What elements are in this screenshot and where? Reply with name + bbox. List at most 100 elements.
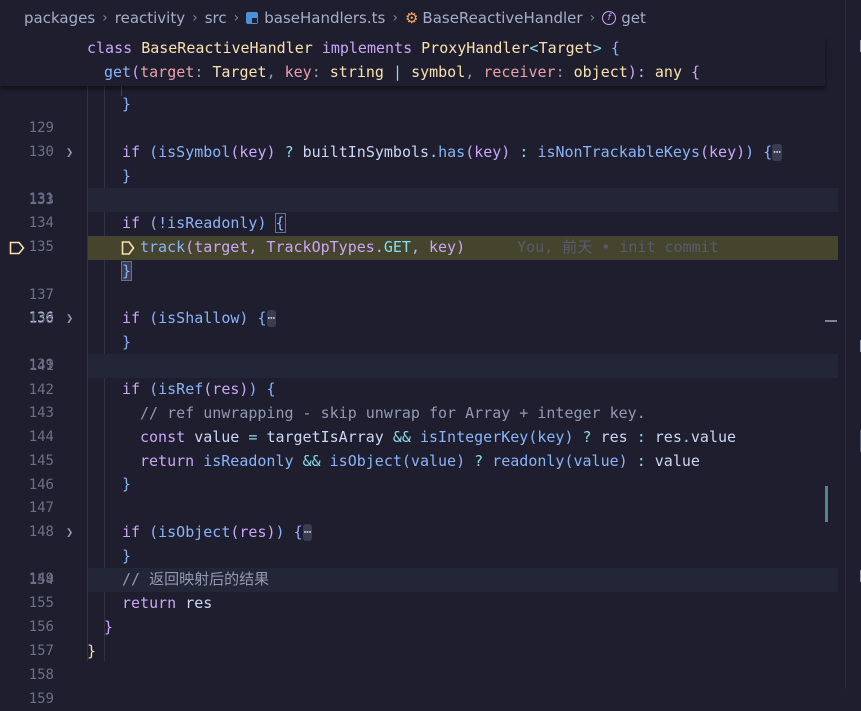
comment: // 返回映射后的结果 [122,570,270,588]
identifier: builtInSymbols [302,143,430,161]
breakpoint-icon[interactable] [9,241,25,255]
minimap[interactable] [825,36,839,689]
code-line[interactable]: 142 [0,355,825,398]
operator: : [519,143,529,161]
brace: { [763,143,773,161]
property: GET [383,238,411,256]
keyword: return [140,452,195,470]
operator: ? [582,428,592,446]
keyword: if [122,214,141,232]
brace: } [122,475,132,493]
code-line[interactable]: 133 } [0,165,825,208]
typescript-file-icon [246,12,259,24]
args: (key) [465,143,511,161]
breadcrumb-reactivity[interactable]: reactivity [115,9,185,27]
type: Target [212,63,267,81]
brace: { [610,39,620,57]
code-line[interactable]: 137 } [0,260,825,303]
code-line[interactable]: 134 [0,188,825,231]
breadcrumb-class[interactable]: BaseReactiveHandler [422,9,582,27]
code-line[interactable]: 156 return res [0,592,825,635]
args: (target, TrackOpTypes. [185,238,384,256]
punct: ): [627,63,646,81]
breadcrumb-packages[interactable]: packages [24,9,95,27]
breadcrumb-file[interactable]: baseHandlers.ts [264,9,385,27]
code-line[interactable]: 157 } [0,616,825,659]
chevron-right-icon[interactable]: ❯ [66,141,73,165]
function-call: isReadonly [203,452,294,470]
minimap-git-change-marker [825,486,828,522]
code-line[interactable]: 143 if (isRef(res)) { [0,378,825,421]
chevron-right-icon[interactable]: ❯ [66,307,73,331]
param: target [140,63,195,81]
code-line-folded[interactable]: 149 ❯ if (isObject(res)) {⋯ [0,521,838,593]
args: (res) [230,523,276,541]
code-line[interactable]: 146 return isReadonly && isObject(value)… [0,450,825,493]
code-line-active[interactable]: 136 track(target, TrackOpTypes.GET, key)… [0,236,838,326]
operator: : [636,452,646,470]
operator: ? [474,452,484,470]
identifier: targetIsArray [266,428,384,446]
identifier: res [185,594,213,612]
function-call: isSymbol [158,143,231,161]
breadcrumb-src[interactable]: src [205,9,227,27]
method-name: get [104,63,132,81]
class-name: BaseReactiveHandler [141,39,313,57]
folded-ellipsis-button[interactable]: ⋯ [772,144,783,161]
inline-breakpoint-icon[interactable] [121,240,135,256]
function-call: track [140,238,186,256]
code-line[interactable]: 147 } [0,473,825,516]
code-line[interactable]: 135 if (!isReadonly) { [0,212,825,255]
args: (key) [230,143,276,161]
brace: { [691,63,701,81]
function-call: isNonTrackableKeys [537,143,700,161]
folded-ellipsis-button[interactable]: ⋯ [302,524,313,541]
paren: ) [257,214,267,232]
paren: (! [149,214,168,232]
brace: { [293,523,303,541]
punct: , [266,63,276,81]
comment: // ref unwrapping - skip unwrap for Arra… [140,404,646,422]
brace: } [122,167,132,185]
sticky-method-line[interactable]: get(target: Target, key: string | symbol… [104,60,700,84]
function-call: isObject [158,523,231,541]
code-line[interactable]: 158 } [0,640,825,683]
function-call: has [438,143,466,161]
chevron-right-icon: › [589,10,596,26]
minimap-cursor-marker [825,320,837,322]
code-line[interactable]: 138 [0,284,825,327]
code-line[interactable]: 154 } [0,545,825,588]
chevron-right-icon: › [392,10,398,26]
brace: } [87,642,97,660]
sticky-class-line[interactable]: class BaseReactiveHandler implements Pro… [87,36,620,60]
code-line[interactable]: 130 [0,117,825,160]
code-line[interactable]: 141 } [0,331,825,374]
args: (key) [528,428,574,446]
matched-brace: { [274,213,286,233]
keyword: if [122,143,141,161]
operator: > [592,39,602,57]
brace: { [257,309,267,327]
chevron-right-icon: › [102,10,108,26]
vertical-scrollbar[interactable] [845,0,861,689]
git-blame-annotation: You, 前天 • init commit [517,238,719,256]
type: any [654,63,682,81]
brace: } [122,95,132,113]
code-line[interactable]: 159 [0,664,825,707]
folded-ellipsis-button[interactable]: ⋯ [266,310,277,327]
type: symbol [411,63,466,81]
code-line-folded[interactable]: 131 ❯ if (isSymbol(key) ? builtInSymbols… [0,141,838,213]
operator: : [636,428,646,446]
chevron-right-icon[interactable]: ❯ [66,521,73,545]
param: key [284,63,312,81]
code-line[interactable]: 145 const value = targetIsArray && isInt… [0,426,825,469]
breadcrumb-method[interactable]: get [621,9,646,27]
code-line[interactable]: 129 } [0,93,825,136]
code-line[interactable]: 148 [0,497,825,540]
code-line-folded[interactable]: 139 ❯ if (isShallow) {⋯ [0,307,838,379]
sticky-scroll-header[interactable]: class BaseReactiveHandler implements Pro… [0,36,825,86]
keyword: class [87,39,133,57]
punct: , [465,63,475,81]
code-line[interactable]: 155 // 返回映射后的结果 [0,568,825,611]
code-line[interactable]: 144 // ref unwrapping - skip unwrap for … [0,402,825,445]
